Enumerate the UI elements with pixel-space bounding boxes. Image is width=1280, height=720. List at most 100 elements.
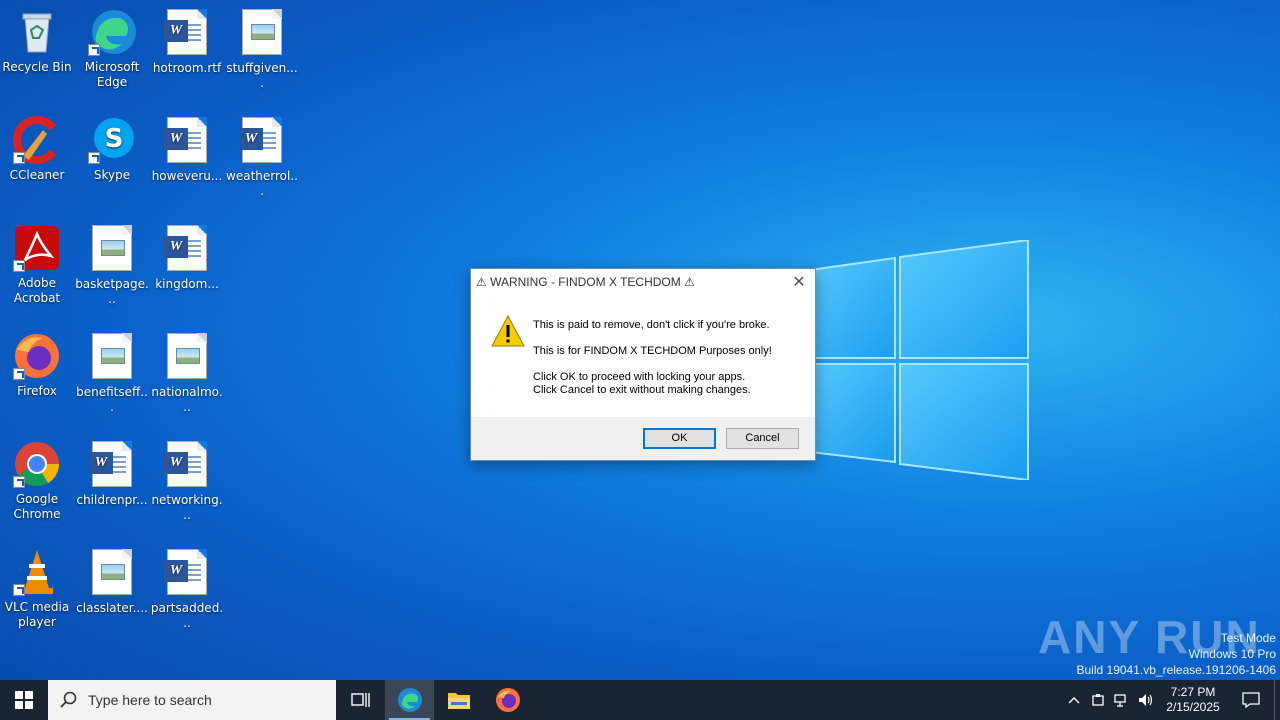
desktop-icon[interactable]: stuffgiven.... [225,8,299,91]
task-view-icon [350,693,370,707]
clock[interactable]: 7:27 PM 2/15/2025 [1158,685,1228,715]
desktop-icon[interactable]: S Skype [75,116,149,183]
action-center-button[interactable] [1228,680,1274,720]
desktop-icon-label: Adobe Acrobat [13,276,61,305]
desktop-icon-label: kingdom... [155,277,219,291]
dialog-body: This is paid to remove, don't click if y… [471,295,815,417]
edge-icon [397,688,422,712]
desktop-icon-label: basketpage... [75,277,149,306]
dialog-message: This is paid to remove, don't click if y… [533,319,772,410]
chrome-icon [13,440,61,488]
desktop-icon[interactable]: Whoweveru... [150,116,224,184]
word-doc-icon: W [163,9,211,57]
desktop-icon-label: howeveru... [151,169,223,183]
search-box[interactable]: Type here to search [48,680,336,720]
notification-icon [1242,692,1260,708]
desktop-icon-label: Recycle Bin [2,60,72,74]
desktop-icon[interactable]: Wweatherrol... [225,116,299,199]
desktop-icon[interactable]: Wnetworking... [150,440,224,523]
shortcut-arrow-icon [13,152,25,164]
desktop-icon-label: VLC media player [4,600,70,629]
message-line-3: Click OK to proceed with locking your ap… [533,371,746,383]
taskbar-edge[interactable] [385,680,434,720]
desktop-icon[interactable]: classlater.... [75,548,149,616]
desktop-icon-label: benefitseff... [76,385,148,414]
shortcut-arrow-icon [13,584,25,596]
message-line-4: Click Cancel to exit without making chan… [533,384,751,396]
ccleaner-icon [13,116,61,164]
task-view-button[interactable] [336,680,385,720]
desktop-icon[interactable]: Firefox [0,332,74,399]
desktop-icon[interactable]: basketpage... [75,224,149,307]
usb-device-icon [1092,694,1104,706]
word-doc-icon: W [88,441,136,489]
desktop-icon-label: Microsoft Edge [84,60,140,89]
edge-icon [88,8,136,56]
image-doc-icon [238,9,286,57]
skype-icon: S [88,116,136,164]
desktop-icon[interactable]: CCleaner [0,116,74,183]
recycle-bin-icon [13,8,61,56]
search-placeholder: Type here to search [88,692,212,708]
taskbar-file-explorer[interactable] [434,680,483,720]
desktop-icon-label: hotroom.rtf [152,61,222,75]
tray-app-icon[interactable] [1086,680,1110,720]
network-button[interactable] [1110,680,1134,720]
desktop-icon-label: CCleaner [9,168,65,182]
desktop-icon[interactable]: Adobe Acrobat [0,224,74,306]
show-desktop-button[interactable] [1274,680,1280,720]
desktop-icon-label: classlater.... [76,601,148,615]
desktop-icon-label: Skype [93,168,131,182]
close-icon[interactable]: ✕ [790,273,808,291]
dialog-title: ⚠ WARNING - FINDOM X TECHDOM ⚠ [476,275,695,289]
desktop-icon[interactable]: Wkingdom... [150,224,224,292]
desktop-icon-label: partsadded... [150,601,224,630]
firefox-icon [13,332,61,380]
ok-button[interactable]: OK [643,428,716,449]
desktop-icon[interactable]: Wchildrenpr... [75,440,149,508]
vlc-icon [13,548,61,596]
test-mode-text: Test Mode [1220,631,1276,645]
desktop-icon[interactable]: Recycle Bin [0,8,74,75]
desktop-icon-label: nationalmo... [151,385,223,414]
warning-icon [491,315,525,347]
speaker-icon [1139,694,1153,706]
shortcut-arrow-icon [13,260,25,272]
desktop-icon-label: weatherrol... [226,169,298,198]
word-doc-icon: W [163,225,211,273]
shortcut-arrow-icon [88,152,100,164]
desktop-icon[interactable]: Google Chrome [0,440,74,522]
word-doc-icon: W [163,117,211,165]
volume-button[interactable] [1134,680,1158,720]
clock-date: 2/15/2025 [1166,700,1220,714]
image-doc-icon [163,333,211,381]
build-text: Build 19041.vb_release.191206-1406 [1076,663,1277,677]
desktop-icon[interactable]: nationalmo... [150,332,224,415]
cancel-button[interactable]: Cancel [726,428,799,449]
show-hidden-icons-button[interactable] [1062,680,1086,720]
chevron-up-icon [1068,697,1080,704]
warning-dialog: ⚠ WARNING - FINDOM X TECHDOM ⚠ ✕ This is… [470,268,816,461]
taskbar: Type here to search 7:27 PM 2/15/2025 [0,680,1280,720]
desktop-icon[interactable]: VLC media player [0,548,74,630]
start-button[interactable] [0,680,48,720]
desktop-icon-label: networking... [151,493,223,522]
windows-start-icon [15,691,33,709]
desktop-icon[interactable]: Whotroom.rtf [150,8,224,76]
network-icon [1114,694,1126,707]
desktop-icon[interactable]: Wpartsadded... [150,548,224,631]
image-doc-icon [88,549,136,597]
taskbar-firefox[interactable] [483,680,532,720]
desktop-icon[interactable]: benefitseff... [75,332,149,415]
desktop-icon-label: stuffgiven.... [226,61,298,90]
svg-text:S: S [105,124,124,154]
desktop-icon[interactable]: Microsoft Edge [75,8,149,90]
clock-time: 7:27 PM [1170,685,1216,699]
dialog-footer: OK Cancel [471,417,815,460]
image-doc-icon [88,333,136,381]
shortcut-arrow-icon [13,476,25,488]
message-line-2: This is for FINDOM X TECHDOM Purposes on… [533,345,772,357]
firefox-icon [495,688,520,712]
word-doc-icon: W [163,441,211,489]
folder-icon [447,693,470,709]
